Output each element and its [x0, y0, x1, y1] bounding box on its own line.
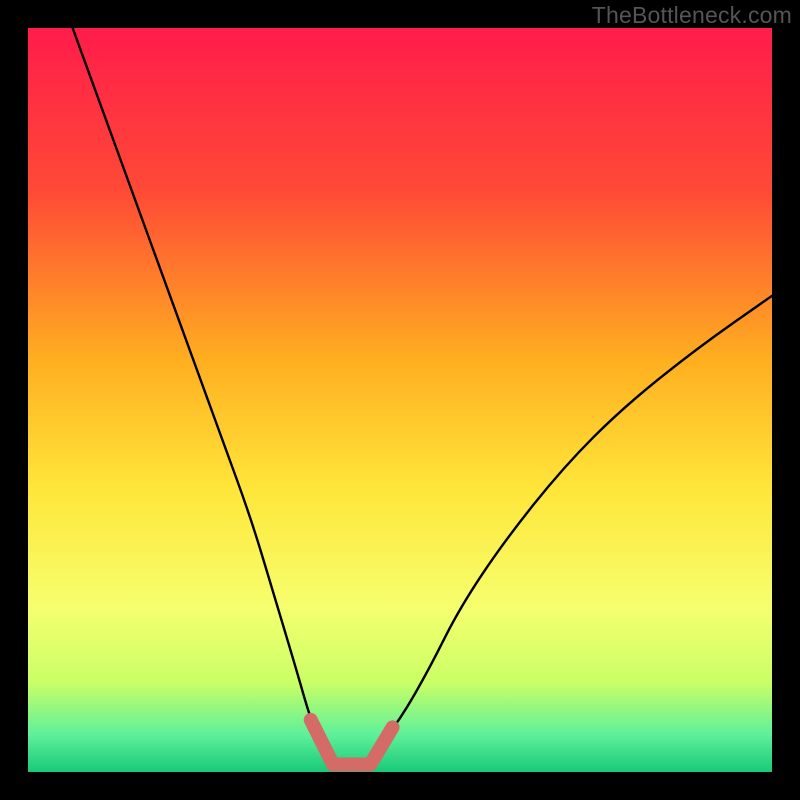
bottleneck-chart — [28, 28, 772, 772]
watermark-text: TheBottleneck.com — [592, 2, 792, 29]
plot-area — [28, 28, 772, 772]
gradient-background — [28, 28, 772, 772]
chart-frame: TheBottleneck.com — [0, 0, 800, 800]
